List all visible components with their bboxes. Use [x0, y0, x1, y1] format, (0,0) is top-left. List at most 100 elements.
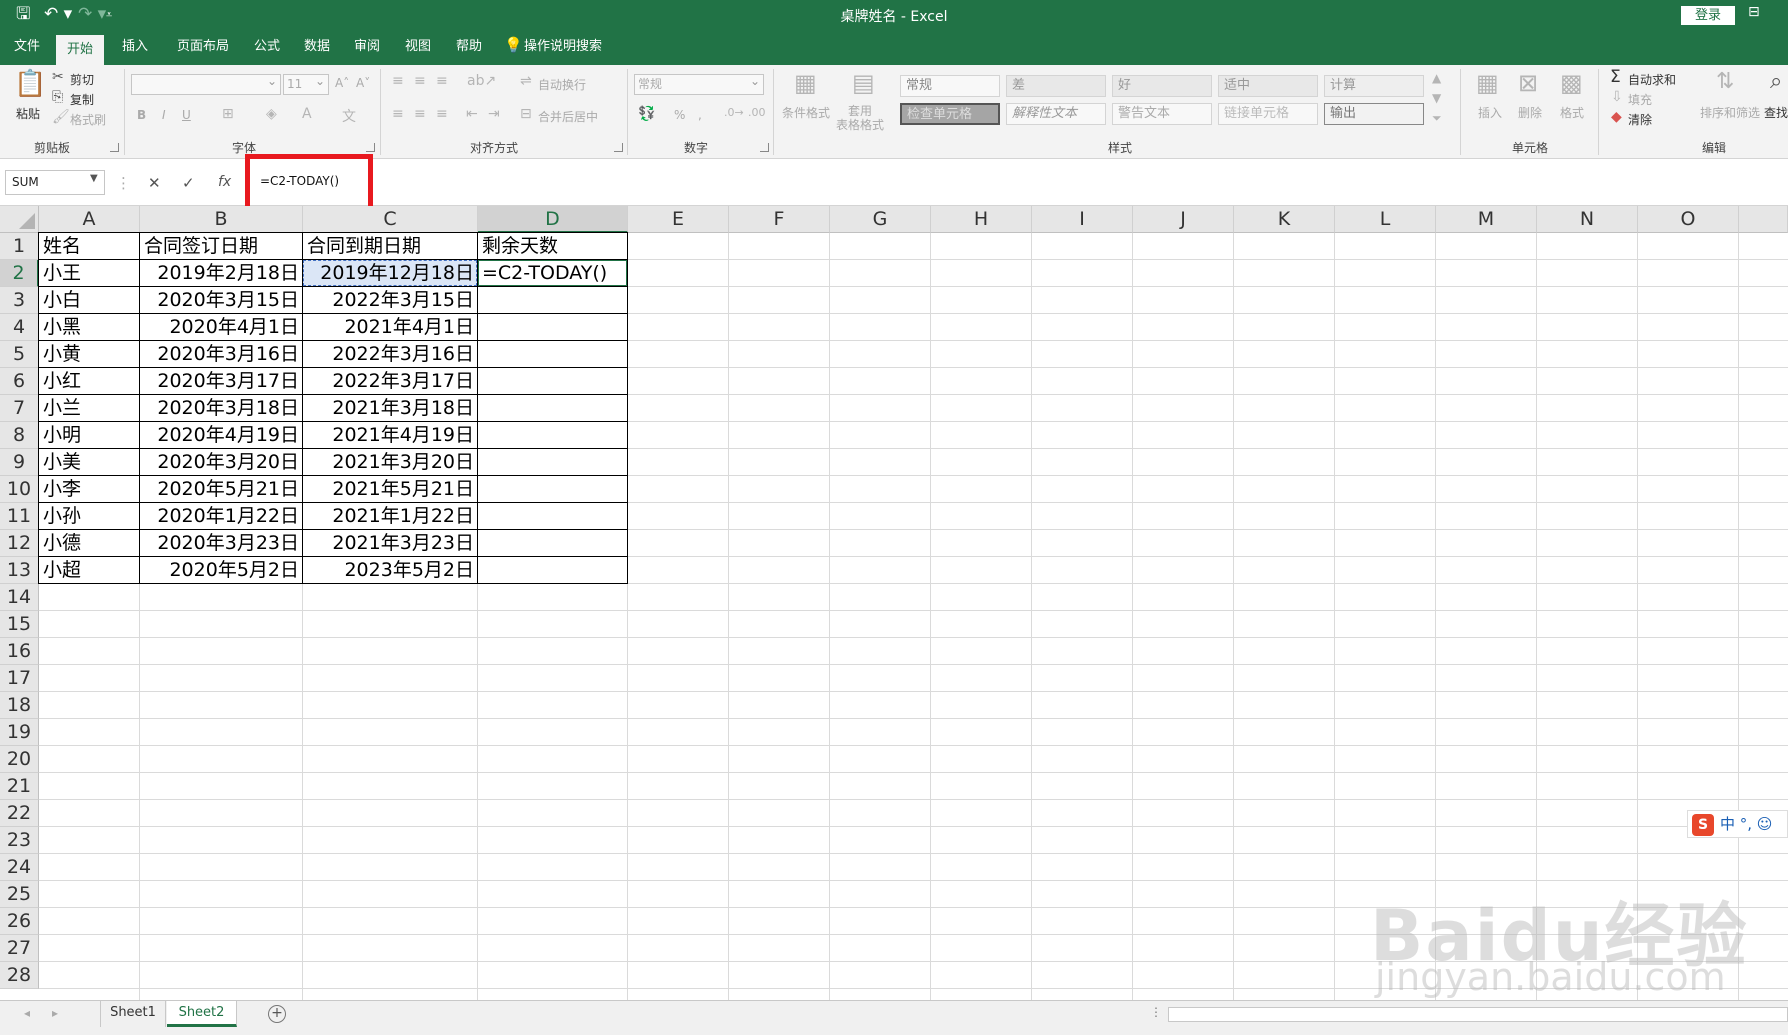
table-cell[interactable]: 小孙	[39, 503, 140, 530]
table-cell[interactable]: 2020年4月19日	[140, 422, 303, 449]
autosum-button[interactable]: 自动求和	[1628, 71, 1676, 88]
table-cell[interactable]: 小红	[39, 368, 140, 395]
insert-cells-button[interactable]: 插入	[1478, 104, 1502, 121]
table-cell[interactable]: 小李	[39, 476, 140, 503]
column-header-h[interactable]: H	[931, 206, 1032, 233]
clear-button[interactable]: 清除	[1628, 111, 1652, 128]
font-name-combo[interactable]	[131, 72, 281, 95]
comma-button[interactable]: ,	[698, 108, 702, 122]
tab-page-layout[interactable]: 页面布局	[168, 29, 238, 65]
row-header-2[interactable]: 2	[0, 260, 39, 287]
table-cell[interactable]: 小黄	[39, 341, 140, 368]
shrink-font-button[interactable]: A˅	[356, 76, 370, 90]
horizontal-scrollbar[interactable]	[1168, 1007, 1788, 1022]
row-header-20[interactable]: 20	[0, 746, 39, 773]
font-launcher-icon[interactable]	[366, 143, 375, 152]
table-cell[interactable]: 2022年3月16日	[303, 341, 478, 368]
row-header-6[interactable]: 6	[0, 368, 39, 395]
bold-button[interactable]: B	[137, 108, 146, 122]
table-cell[interactable]: 2020年3月17日	[140, 368, 303, 395]
table-cell[interactable]: 2019年12月18日	[303, 260, 478, 287]
tab-data[interactable]: 数据	[295, 29, 339, 65]
row-header-27[interactable]: 27	[0, 935, 39, 962]
table-cell[interactable]: 小兰	[39, 395, 140, 422]
table-cell[interactable]: 小明	[39, 422, 140, 449]
enter-icon[interactable]: ✓	[182, 174, 195, 192]
style-check-cell[interactable]: 检查单元格	[900, 103, 1000, 125]
wrap-text-button[interactable]: 自动换行	[538, 76, 586, 93]
tell-me-search[interactable]: 操作说明搜索	[524, 29, 624, 65]
table-header-cell[interactable]: 剩余天数	[478, 233, 628, 260]
table-cell[interactable]: 2020年5月2日	[140, 557, 303, 584]
format-cells-icon[interactable]: ▩	[1560, 69, 1583, 97]
row-header-12[interactable]: 12	[0, 530, 39, 557]
conditional-format-button[interactable]: 条件格式	[782, 104, 830, 121]
table-cell[interactable]: 2019年2月18日	[140, 260, 303, 287]
formula-input[interactable]: =C2-TODAY()	[244, 170, 1784, 195]
decrease-indent-icon[interactable]: ⇤	[466, 106, 478, 122]
border-icon[interactable]: ⊞	[222, 106, 234, 122]
table-cell[interactable]: 小王	[39, 260, 140, 287]
column-header-e[interactable]: E	[628, 206, 729, 233]
row-header-16[interactable]: 16	[0, 638, 39, 665]
tab-insert[interactable]: 插入	[112, 29, 158, 65]
table-cell[interactable]: 2021年4月1日	[303, 314, 478, 341]
wrap-text-icon[interactable]: ⇌	[520, 73, 532, 89]
table-cell[interactable]: 2020年1月22日	[140, 503, 303, 530]
table-cell[interactable]: 2020年3月20日	[140, 449, 303, 476]
column-header-l[interactable]: L	[1335, 206, 1436, 233]
sort-filter-button[interactable]: 排序和筛选	[1700, 104, 1760, 121]
row-header-9[interactable]: 9	[0, 449, 39, 476]
column-header-f[interactable]: F	[729, 206, 830, 233]
table-cell[interactable]: 2020年3月16日	[140, 341, 303, 368]
row-header-1[interactable]: 1	[0, 233, 39, 260]
row-header-28[interactable]: 28	[0, 962, 39, 989]
table-cell[interactable]: 2021年3月20日	[303, 449, 478, 476]
tab-file[interactable]: 文件	[4, 29, 50, 65]
style-normal[interactable]: 常规	[900, 75, 1000, 97]
name-box-dropdown-icon[interactable]: ▼	[90, 173, 98, 184]
tab-view[interactable]: 视图	[396, 29, 440, 65]
table-cell[interactable]: 2021年1月22日	[303, 503, 478, 530]
row-header-11[interactable]: 11	[0, 503, 39, 530]
login-button[interactable]: 登录	[1681, 6, 1735, 25]
ribbon-display-icon[interactable]: ⊟	[1748, 4, 1760, 20]
number-launcher-icon[interactable]	[760, 143, 769, 152]
align-top-icon[interactable]: ≡	[392, 73, 404, 89]
delete-cells-button[interactable]: 删除	[1518, 104, 1542, 121]
cut-button[interactable]: 剪切	[70, 71, 94, 88]
column-header-n[interactable]: N	[1537, 206, 1638, 233]
row-header-21[interactable]: 21	[0, 773, 39, 800]
merge-center-button[interactable]: 合并后居中	[538, 108, 598, 125]
row-header-24[interactable]: 24	[0, 854, 39, 881]
fill-button[interactable]: 填充	[1628, 91, 1652, 108]
find-button[interactable]: 查找	[1764, 104, 1788, 121]
column-header-o[interactable]: O	[1638, 206, 1739, 233]
table-header-cell[interactable]: 合同签订日期	[140, 233, 303, 260]
table-cell[interactable]: =C2-TODAY()	[478, 260, 628, 287]
orientation-icon[interactable]: ab↗	[467, 73, 496, 89]
table-cell[interactable]: 2022年3月17日	[303, 368, 478, 395]
add-sheet-icon[interactable]: +	[268, 1005, 286, 1023]
table-cell[interactable]: 2021年5月21日	[303, 476, 478, 503]
row-header-5[interactable]: 5	[0, 341, 39, 368]
font-color-icon[interactable]: A	[302, 106, 312, 122]
select-all-corner[interactable]	[0, 206, 39, 233]
paste-button[interactable]: 粘贴	[16, 105, 40, 122]
conditional-format-icon[interactable]: ▦	[794, 69, 817, 97]
row-header-3[interactable]: 3	[0, 287, 39, 314]
prev-sheet-icon[interactable]: ◂	[24, 1006, 30, 1020]
sort-filter-icon[interactable]: ⇅	[1716, 69, 1734, 94]
table-cell[interactable]: 2020年3月23日	[140, 530, 303, 557]
clipboard-launcher-icon[interactable]	[110, 143, 119, 152]
paste-icon[interactable]: 📋	[14, 69, 46, 99]
align-bottom-icon[interactable]: ≡	[436, 73, 448, 89]
table-cell[interactable]: 小美	[39, 449, 140, 476]
table-cell[interactable]: 小白	[39, 287, 140, 314]
insert-cells-icon[interactable]: ▦	[1476, 69, 1499, 97]
increase-decimal-icon[interactable]: .0→	[724, 106, 744, 119]
table-cell[interactable]: 2021年3月23日	[303, 530, 478, 557]
style-good[interactable]: 好	[1112, 75, 1212, 97]
percent-button[interactable]: %	[674, 108, 685, 122]
fill-icon[interactable]: ⇩	[1611, 89, 1623, 105]
